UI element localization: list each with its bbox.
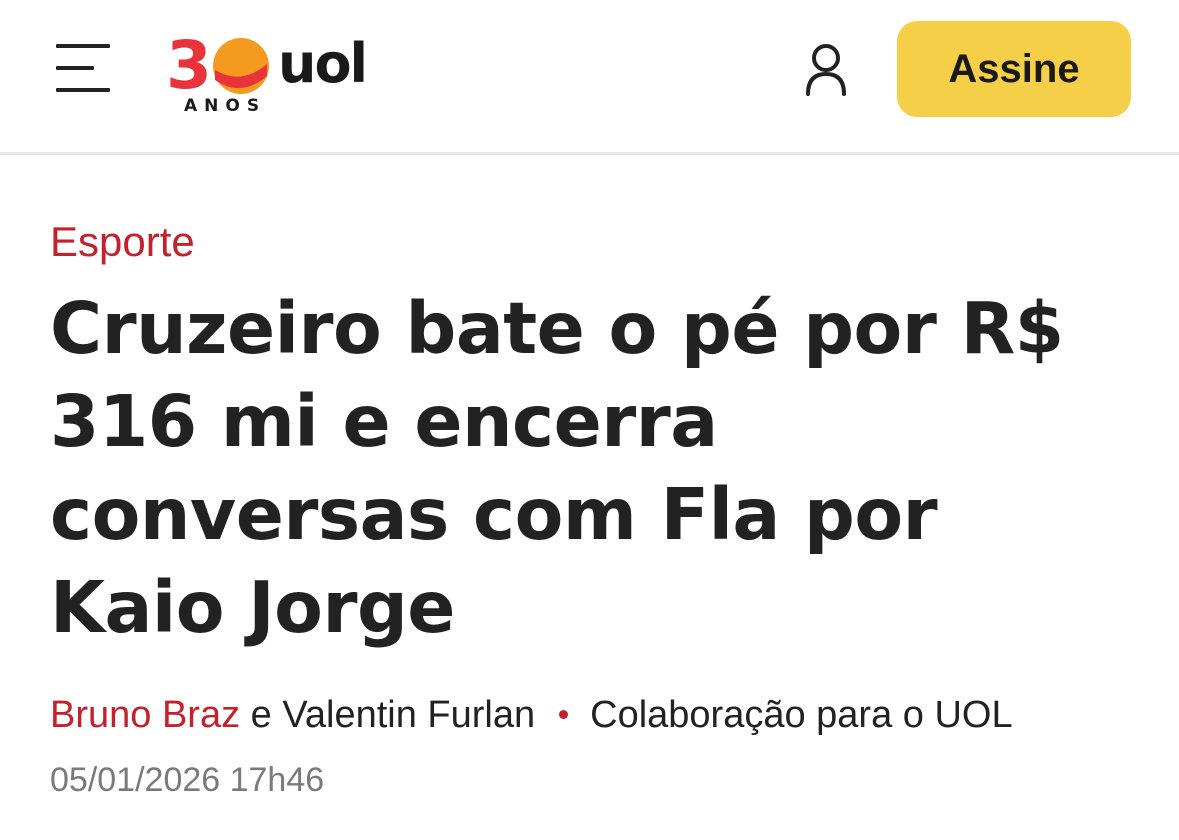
user-icon[interactable] bbox=[800, 42, 852, 98]
author-name: Valentin Furlan bbox=[282, 694, 536, 736]
subscribe-button[interactable]: Assine bbox=[897, 21, 1131, 117]
byline-conjunction: e bbox=[240, 694, 283, 736]
site-header: 3 uol ANOS Assine bbox=[0, 0, 1179, 155]
logo-tagline: ANOS bbox=[184, 96, 266, 116]
menu-line bbox=[56, 44, 110, 48]
publish-date: 05/01/2026 17h46 bbox=[50, 761, 325, 799]
author-link[interactable]: Bruno Braz bbox=[50, 694, 240, 736]
logo-brand: uol bbox=[278, 32, 366, 95]
logo-number: 3 bbox=[166, 27, 212, 104]
article-headline: Cruzeiro bate o pé por R$ 316 mi e encer… bbox=[50, 287, 1064, 649]
menu-line bbox=[56, 88, 110, 92]
category-link[interactable]: Esporte bbox=[50, 210, 195, 274]
article-header: Esporte Cruzeiro bate o pé por R$ 316 mi… bbox=[50, 210, 1140, 802]
uol-30-anos-logo[interactable]: 3 uol ANOS bbox=[166, 26, 386, 118]
separator-dot-icon bbox=[559, 710, 569, 720]
menu-icon[interactable] bbox=[52, 40, 116, 98]
menu-line bbox=[56, 66, 94, 70]
byline: Bruno Braz e Valentin Furlan Colaboração … bbox=[50, 690, 1140, 740]
byline-source: Colaboração para o UOL bbox=[590, 694, 1013, 736]
